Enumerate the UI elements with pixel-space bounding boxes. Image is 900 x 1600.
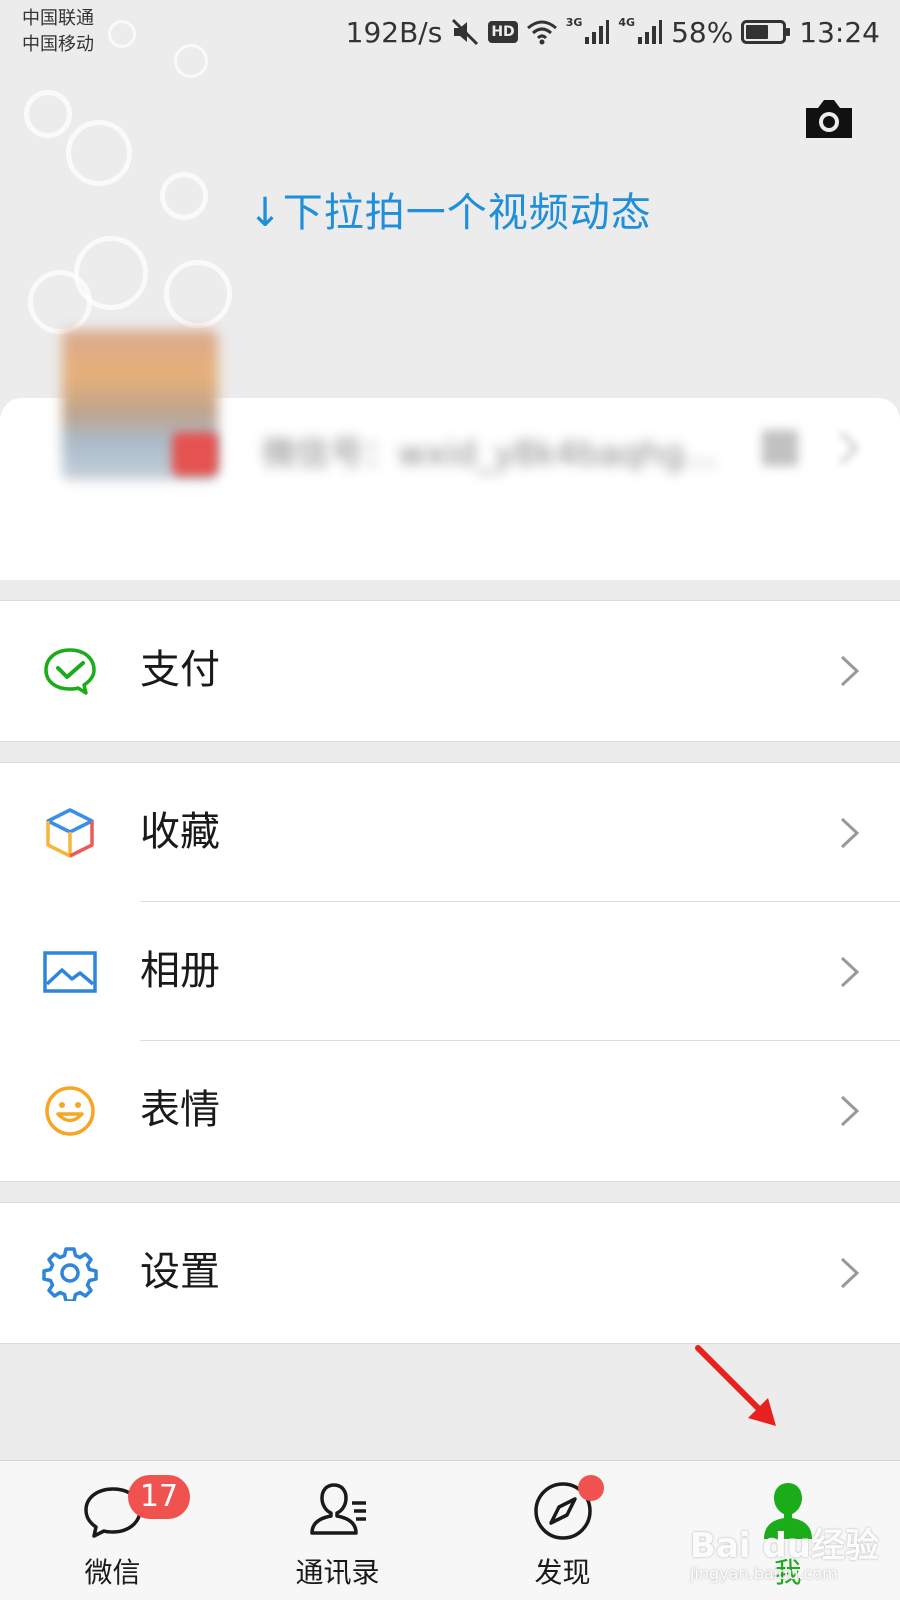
menu-item-album-label: 相册 (140, 948, 220, 994)
bubble-decoration (66, 120, 132, 186)
discover-dot-badge (578, 1475, 604, 1501)
bubble-decoration (164, 260, 232, 328)
smiley-face-icon (42, 1083, 98, 1139)
hd-badge: HD (488, 21, 518, 43)
gear-icon (42, 1245, 98, 1303)
signal-icon (584, 19, 610, 45)
unread-badge: 17 (128, 1475, 190, 1519)
carrier-2: 中国移动 (22, 34, 94, 55)
qr-code-icon[interactable] (762, 430, 798, 466)
tab-discover-label: 发现 (534, 1556, 591, 1589)
mute-icon (450, 17, 480, 47)
menu-item-favorites[interactable]: 收藏 (0, 763, 900, 902)
menu-item-settings-label: 设置 (140, 1249, 220, 1295)
menu-item-pay-label: 支付 (140, 647, 220, 693)
camera-icon[interactable] (802, 96, 856, 142)
tab-chats[interactable]: 微信 (0, 1461, 225, 1600)
chevron-right-icon (838, 813, 862, 853)
tab-contacts-label: 通讯录 (295, 1556, 380, 1589)
avatar-badge (172, 432, 218, 476)
person-icon (756, 1479, 820, 1543)
wechat-id: 微信号：wxid_y8k4baqhg... (262, 434, 717, 474)
clock: 13:24 (799, 15, 880, 49)
tab-me-label: 我 (773, 1556, 802, 1589)
chevron-right-icon (838, 952, 862, 992)
bubble-decoration (28, 270, 92, 334)
menu-item-stickers-label: 表情 (140, 1087, 220, 1133)
chevron-right-icon (838, 1253, 862, 1293)
battery-percent: 58% (671, 15, 734, 49)
pay-icon (42, 643, 98, 699)
tab-discover[interactable]: 发现 (450, 1461, 675, 1600)
menu-item-pay[interactable]: 支付 (0, 601, 900, 740)
status-bar: 中国联通 中国移动 192B/s HD 3G 4G 58% 13:24 (0, 0, 900, 62)
section-settings: 设置 (0, 1202, 900, 1344)
net-speed: 192B/s (345, 15, 443, 49)
tab-me[interactable]: 我 (675, 1461, 900, 1600)
bubble-decoration (24, 90, 72, 138)
favorites-cube-icon (42, 805, 98, 861)
chevron-right-icon (838, 430, 860, 470)
chevron-right-icon (838, 651, 862, 691)
tab-contacts[interactable]: 通讯录 (225, 1461, 450, 1600)
carrier-info: 中国联通 中国移动 (22, 6, 94, 58)
signal-icon (637, 19, 663, 45)
menu-item-favorites-label: 收藏 (140, 809, 220, 855)
bottom-tab-bar: 微信 通讯录 发现 我 17 (0, 1460, 900, 1600)
pull-down-video-hint: ↓下拉拍一个视频动态 (248, 190, 652, 236)
section-pay: 支付 (0, 600, 900, 742)
status-icons: 192B/s HD 3G 4G 58% 13:24 (346, 12, 880, 52)
album-picture-icon (42, 944, 98, 1000)
chevron-right-icon (838, 1091, 862, 1131)
menu-item-settings[interactable]: 设置 (0, 1203, 900, 1342)
signal-4g-label: 4G (618, 15, 636, 29)
menu-item-stickers[interactable]: 表情 (0, 1041, 900, 1180)
tab-chats-label: 微信 (84, 1556, 141, 1589)
annotation-arrow (690, 1340, 790, 1440)
signal-3g-label: 3G (565, 15, 583, 29)
section-content: 收藏 相册 表情 (0, 762, 900, 1182)
battery-icon (741, 19, 791, 45)
contacts-icon (306, 1479, 370, 1543)
wifi-icon (526, 18, 558, 46)
carrier-1: 中国联通 (22, 8, 94, 29)
menu-item-album[interactable]: 相册 (0, 902, 900, 1041)
